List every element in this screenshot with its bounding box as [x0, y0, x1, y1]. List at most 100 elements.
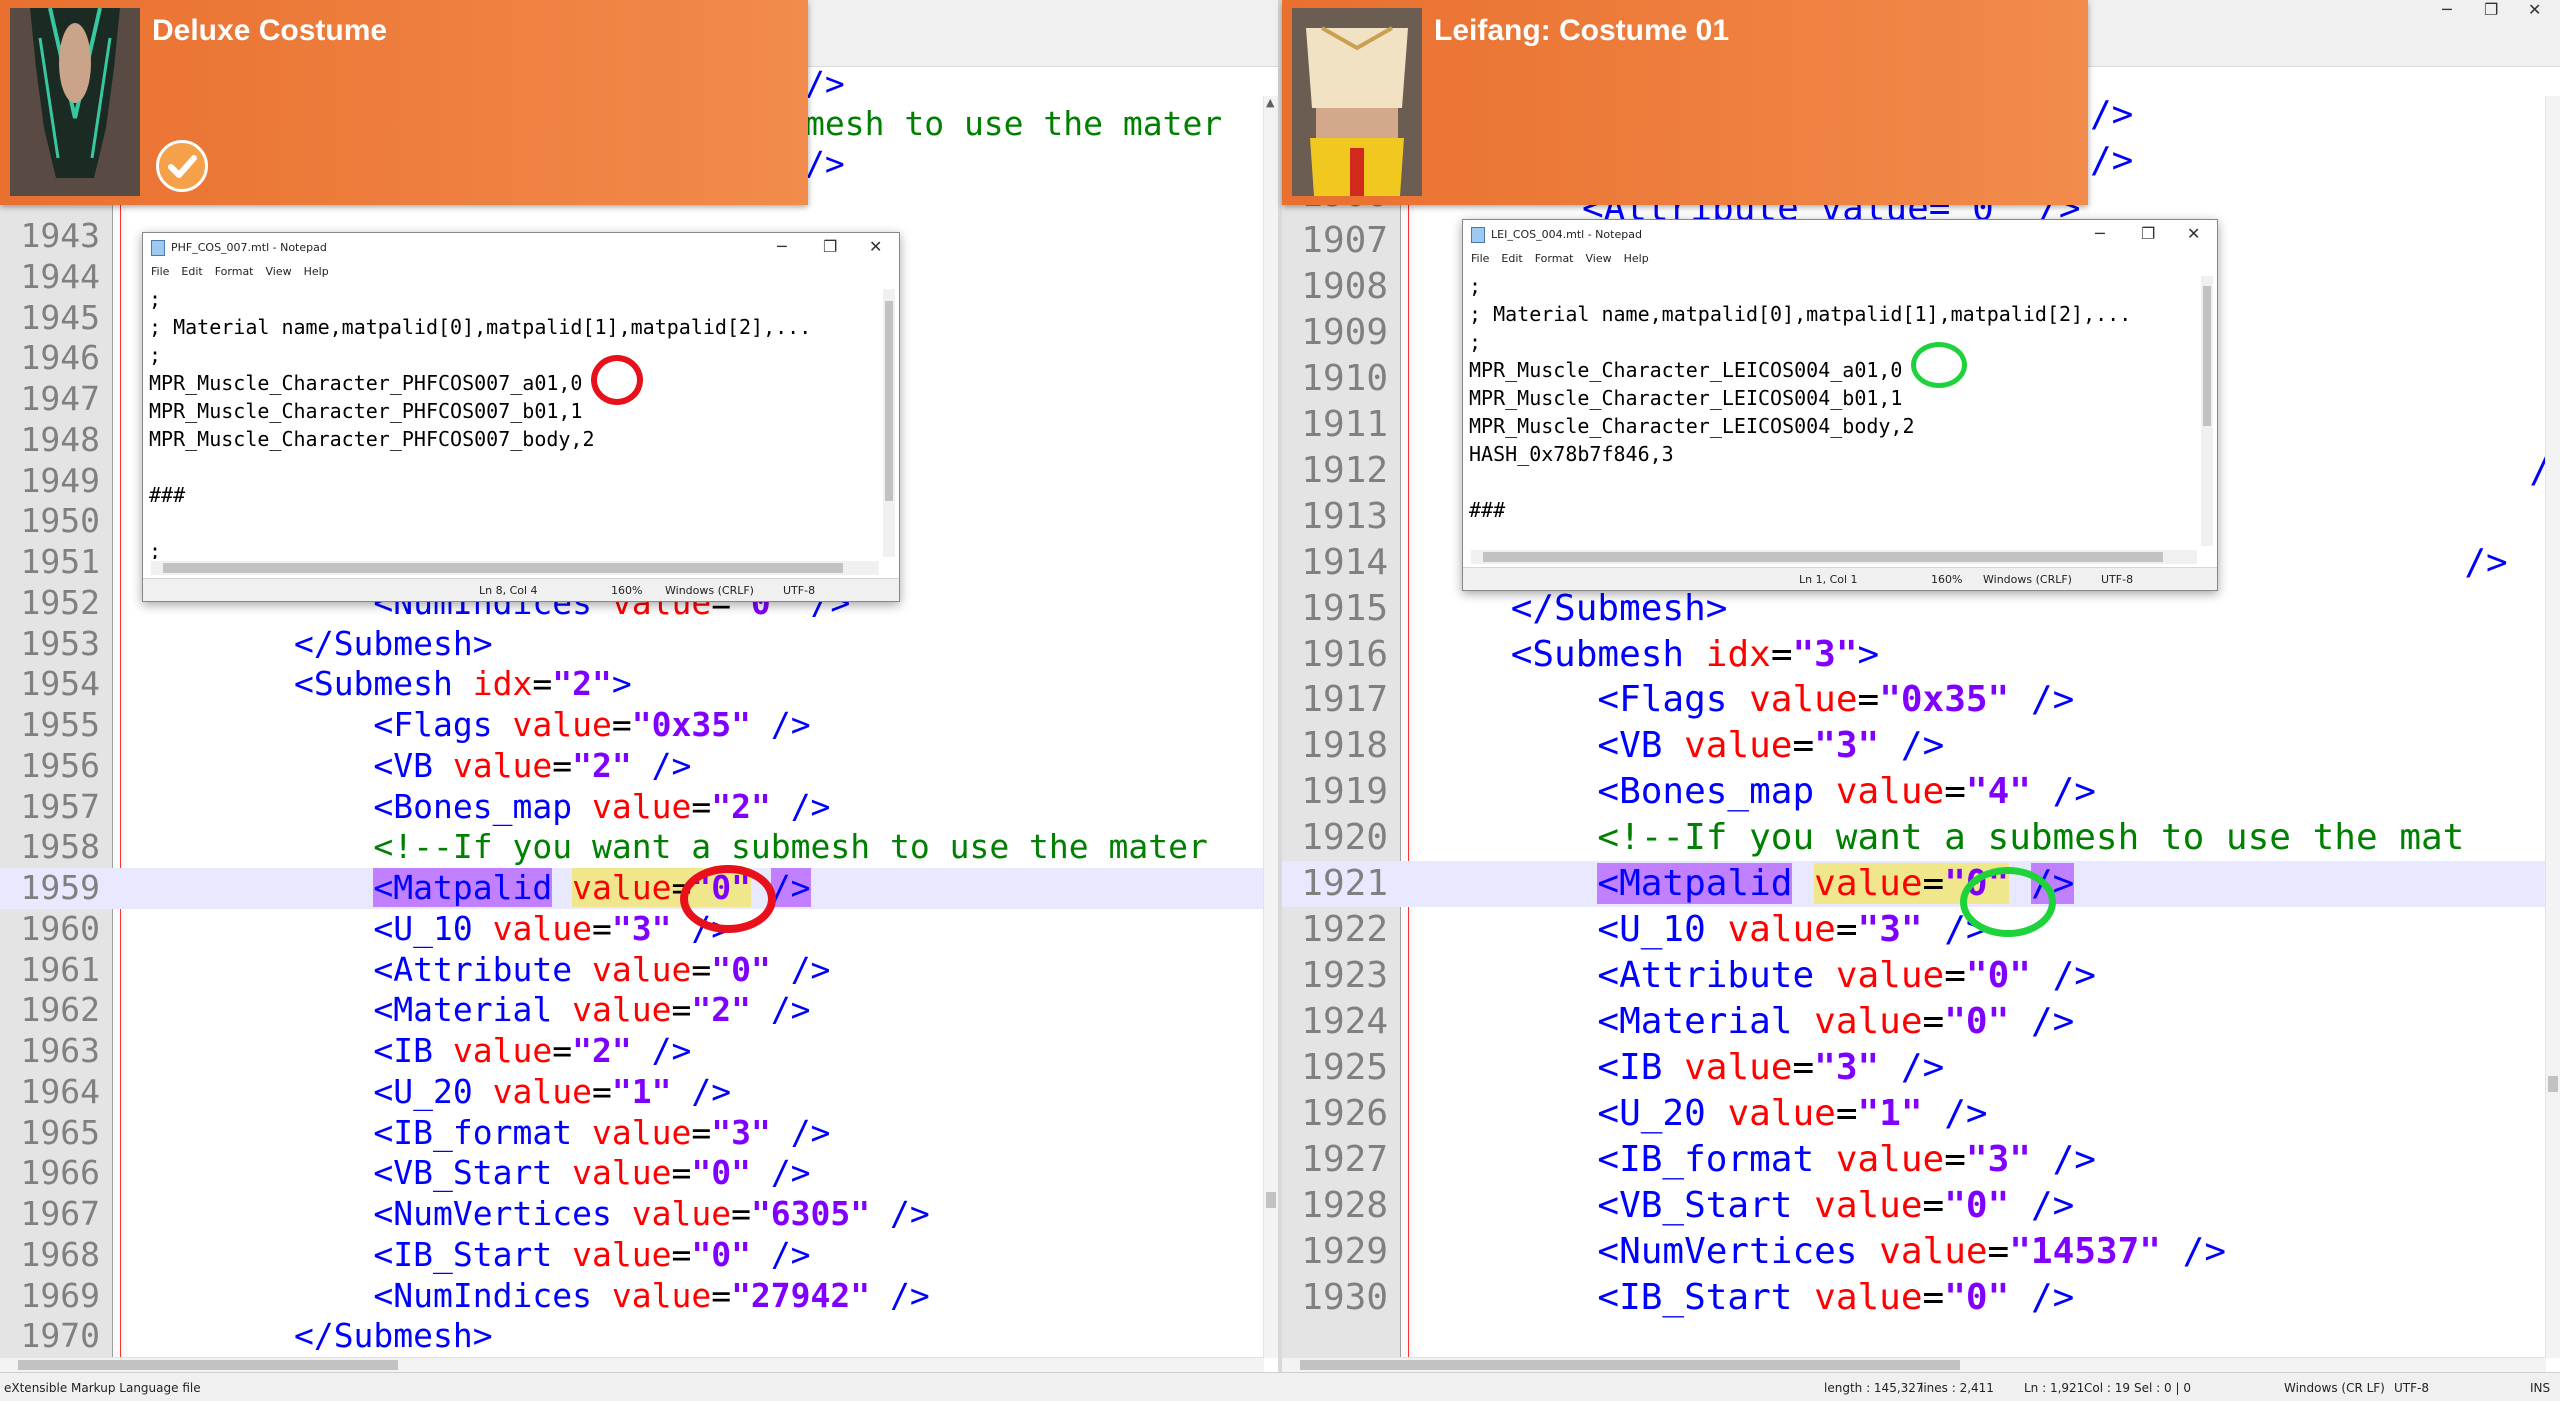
- code-line[interactable]: 1954 <Submesh idx="2">: [0, 664, 1264, 705]
- menu-view[interactable]: View: [1586, 252, 1612, 265]
- scroll-thumb[interactable]: [1266, 1192, 1276, 1208]
- line-number: 1911: [1301, 403, 1388, 445]
- scroll-thumb[interactable]: [2203, 286, 2211, 426]
- code-line-current[interactable]: 1959 <Matpalid value="0" />: [0, 868, 1264, 909]
- code-line[interactable]: 1967 <NumVertices value="6305" />: [0, 1194, 1264, 1235]
- line-number: 1908: [1301, 265, 1388, 307]
- code-line[interactable]: 1925 <IB value="3" />: [1282, 1045, 2546, 1091]
- code-line[interactable]: 1953 </Submesh>: [0, 624, 1264, 665]
- minimize-icon[interactable]: ─: [777, 237, 787, 256]
- close-icon[interactable]: ✕: [869, 237, 882, 256]
- scroll-thumb[interactable]: [1300, 1360, 1960, 1370]
- maximize-icon[interactable]: ❐: [2141, 224, 2155, 243]
- code-token: value: [1814, 1276, 1923, 1318]
- left-editor-pane[interactable]: /> mesh to use the mater /> 1943 1944 1945…: [0, 0, 1278, 1372]
- code-line[interactable]: 1915 </Submesh>: [1282, 586, 2546, 632]
- menu-file[interactable]: File: [151, 265, 169, 278]
- notepad-vertical-scrollbar[interactable]: [2201, 276, 2213, 546]
- line-number: 1912: [1301, 449, 1388, 491]
- notepad-window-right[interactable]: LEI_COS_004.mtl - Notepad ─ ❐ ✕ File Edit…: [1462, 219, 2218, 591]
- code-line[interactable]: 1918 <VB value="3" />: [1282, 723, 2546, 769]
- maximize-icon[interactable]: ❐: [823, 237, 837, 256]
- left-horizontal-scrollbar[interactable]: [0, 1357, 1264, 1372]
- code-line[interactable]: 1969 <NumIndices value="27942" />: [0, 1276, 1264, 1317]
- notepad-title-bar[interactable]: LEI_COS_004.mtl - Notepad ─ ❐ ✕: [1463, 220, 2217, 248]
- code-token: =: [1792, 725, 1815, 767]
- code-line[interactable]: 1923 <Attribute value="0" />: [1282, 953, 2546, 999]
- code-token: "4": [1965, 771, 2031, 813]
- left-vertical-scrollbar[interactable]: ▲: [1263, 96, 1278, 1358]
- minimize-icon[interactable]: ─: [2095, 224, 2105, 243]
- code-token: />: [651, 745, 692, 785]
- code-line[interactable]: 1958 <!--If you want a submesh to use th…: [0, 827, 1264, 868]
- code-line[interactable]: 1957 <Bones_map value="2" />: [0, 787, 1264, 828]
- minimize-window-icon[interactable]: ─: [2442, 0, 2452, 19]
- code-token: <IB_Start: [1597, 1276, 1793, 1318]
- code-line[interactable]: 1963 <IB value="2" />: [0, 1031, 1264, 1072]
- menu-view[interactable]: View: [266, 265, 292, 278]
- code-line[interactable]: 1970 </Submesh>: [0, 1316, 1264, 1357]
- code-line[interactable]: 1955 <Flags value="0x35" />: [0, 705, 1264, 746]
- right-horizontal-scrollbar[interactable]: [1282, 1357, 2546, 1372]
- code-line[interactable]: 1960 <U_10 value="3" />: [0, 909, 1264, 950]
- code-token: value: [591, 786, 692, 826]
- cursor-column: Col : 19: [2084, 1381, 2130, 1395]
- code-line[interactable]: 1922 <U_10 value="3" />: [1282, 907, 2546, 953]
- menu-edit[interactable]: Edit: [181, 265, 202, 278]
- menu-edit[interactable]: Edit: [1501, 252, 1522, 265]
- notepad-window-left[interactable]: PHF_COS_007.mtl - Notepad ─ ❐ ✕ File Edit…: [142, 232, 900, 602]
- scroll-thumb[interactable]: [1483, 552, 2163, 562]
- code-line[interactable]: 1929 <NumVertices value="14537" />: [1282, 1229, 2546, 1275]
- code-line[interactable]: 1917 <Flags value="0x35" />: [1282, 677, 2546, 723]
- menu-help[interactable]: Help: [304, 265, 329, 278]
- scroll-thumb[interactable]: [163, 563, 843, 573]
- code-token: >: [611, 664, 632, 704]
- scroll-thumb[interactable]: [2548, 1076, 2558, 1092]
- code-line[interactable]: 1964 <U_20 value="1" />: [0, 1072, 1264, 1113]
- code-line[interactable]: 1927 <IB_format value="3" />: [1282, 1137, 2546, 1183]
- code-line-current[interactable]: 1921 <Matpalid value="0" />: [1282, 861, 2546, 908]
- close-window-icon[interactable]: ✕: [2528, 0, 2541, 19]
- notepad-vertical-scrollbar[interactable]: [883, 289, 895, 557]
- code-token: "2": [691, 990, 751, 1030]
- code-line[interactable]: 1961 <Attribute value="0" />: [0, 950, 1264, 991]
- code-line[interactable]: 1928 <VB_Start value="0" />: [1282, 1183, 2546, 1229]
- notepad-text-area[interactable]: ; ; Material name,matpalid[0],matpalid[1…: [1469, 272, 2197, 548]
- menu-file[interactable]: File: [1471, 252, 1489, 265]
- menu-help[interactable]: Help: [1624, 252, 1649, 265]
- notepad-horizontal-scrollbar[interactable]: [1471, 550, 2197, 564]
- notepad-horizontal-scrollbar[interactable]: [151, 561, 879, 575]
- code-line[interactable]: 1919 <Bones_map value="4" />: [1282, 769, 2546, 815]
- code-line[interactable]: 1956 <VB value="2" />: [0, 746, 1264, 787]
- code-line[interactable]: 1926 <U_20 value="1" />: [1282, 1091, 2546, 1137]
- code-token: value: [1814, 1001, 1923, 1043]
- code-line[interactable]: 1968 <IB_Start value="0" />: [0, 1235, 1264, 1276]
- code-token: </Submesh>: [1510, 587, 1728, 629]
- code-token: />: [651, 1031, 692, 1070]
- close-icon[interactable]: ✕: [2187, 224, 2200, 243]
- menu-format[interactable]: Format: [1535, 252, 1574, 265]
- code-line[interactable]: 1930 <IB_Start value="0" />: [1282, 1275, 2546, 1321]
- menu-format[interactable]: Format: [215, 265, 254, 278]
- restore-window-icon[interactable]: ❐: [2484, 0, 2498, 19]
- code-line[interactable]: 1966 <VB_Start value="0" />: [0, 1153, 1264, 1194]
- code-line[interactable]: 1920 <!--If you want a submesh to use th…: [1282, 815, 2546, 861]
- scroll-thumb[interactable]: [885, 301, 893, 501]
- code-line[interactable]: 1962 <Material value="2" />: [0, 990, 1264, 1031]
- code-line[interactable]: 1924 <Material value="0" />: [1282, 999, 2546, 1045]
- scroll-thumb[interactable]: [18, 1360, 398, 1370]
- code-line[interactable]: 1916 <Submesh idx="3">: [1282, 632, 2546, 678]
- right-editor-pane[interactable]: ─ ❐ ✕ /> /> <Attribute value="0" /> 1906…: [1282, 0, 2560, 1372]
- notepad-title-bar[interactable]: PHF_COS_007.mtl - Notepad ─ ❐ ✕: [143, 233, 899, 261]
- code-line[interactable]: 1965 <IB_format value="3" />: [0, 1113, 1264, 1154]
- scroll-up-arrow-icon[interactable]: ▲: [1266, 96, 1274, 109]
- right-vertical-scrollbar[interactable]: [2545, 96, 2560, 1358]
- notepad-text-area[interactable]: ; ; Material name,matpalid[0],matpalid[1…: [149, 285, 879, 559]
- code-token: =: [1944, 955, 1966, 997]
